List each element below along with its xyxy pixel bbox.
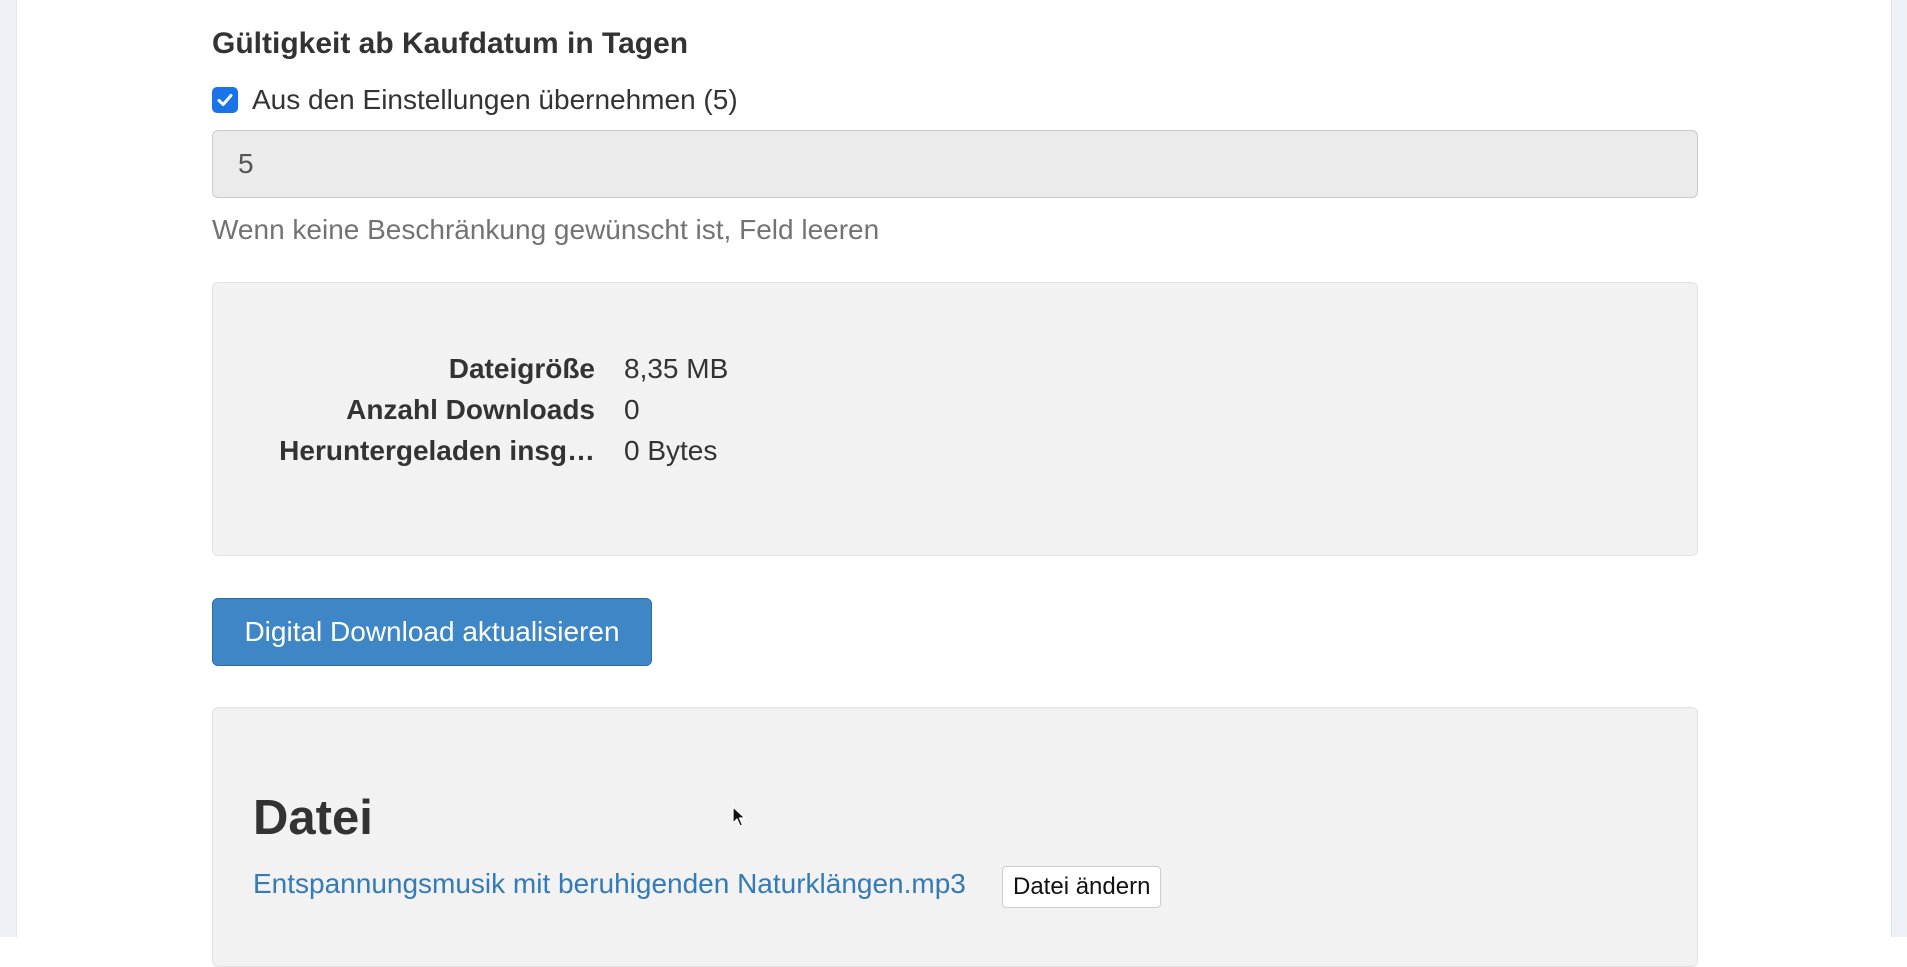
page-right-gutter — [1891, 0, 1907, 937]
file-download-link[interactable]: Entspannungsmusik mit beruhigenden Natur… — [253, 868, 966, 900]
stat-label: Anzahl Downloads — [346, 394, 595, 425]
validity-help-text: Wenn keine Beschränkung gewünscht ist, F… — [212, 214, 880, 245]
validity-heading: Gültigkeit ab Kaufdatum in Tagen — [212, 27, 689, 60]
stat-value: 0 — [624, 394, 640, 425]
checkmark-icon — [217, 94, 233, 106]
inherit-settings-checkbox[interactable] — [212, 87, 238, 113]
change-file-button[interactable]: Datei ändern — [1002, 866, 1162, 908]
stat-label: Dateigröße — [448, 353, 595, 384]
stat-row-download-count: Anzahl Downloads 0 — [213, 394, 1699, 434]
stat-value: 0 Bytes — [624, 435, 718, 466]
file-panel: Datei Entspannungsmusik mit beruhigenden… — [212, 707, 1698, 967]
file-heading: Datei — [253, 791, 373, 845]
page-left-gutter — [0, 0, 17, 937]
update-download-button[interactable]: Digital Download aktualisieren — [212, 598, 652, 666]
stat-row-total-downloaded: Heruntergeladen insg… 0 Bytes — [213, 435, 1699, 475]
validity-days-input[interactable] — [212, 130, 1698, 198]
inherit-settings-checkbox-row[interactable]: Aus den Einstellungen übernehmen (5) — [212, 84, 738, 116]
stat-value: 8,35 MB — [624, 353, 729, 384]
page: Gültigkeit ab Kaufdatum in Tagen Aus den… — [0, 0, 1907, 967]
stat-label: Heruntergeladen insg… — [279, 435, 595, 466]
inherit-settings-label: Aus den Einstellungen übernehmen (5) — [252, 84, 738, 115]
download-stats-panel: Dateigröße 8,35 MB Anzahl Downloads 0 He… — [212, 282, 1698, 556]
stat-row-file-size: Dateigröße 8,35 MB — [213, 353, 1699, 393]
